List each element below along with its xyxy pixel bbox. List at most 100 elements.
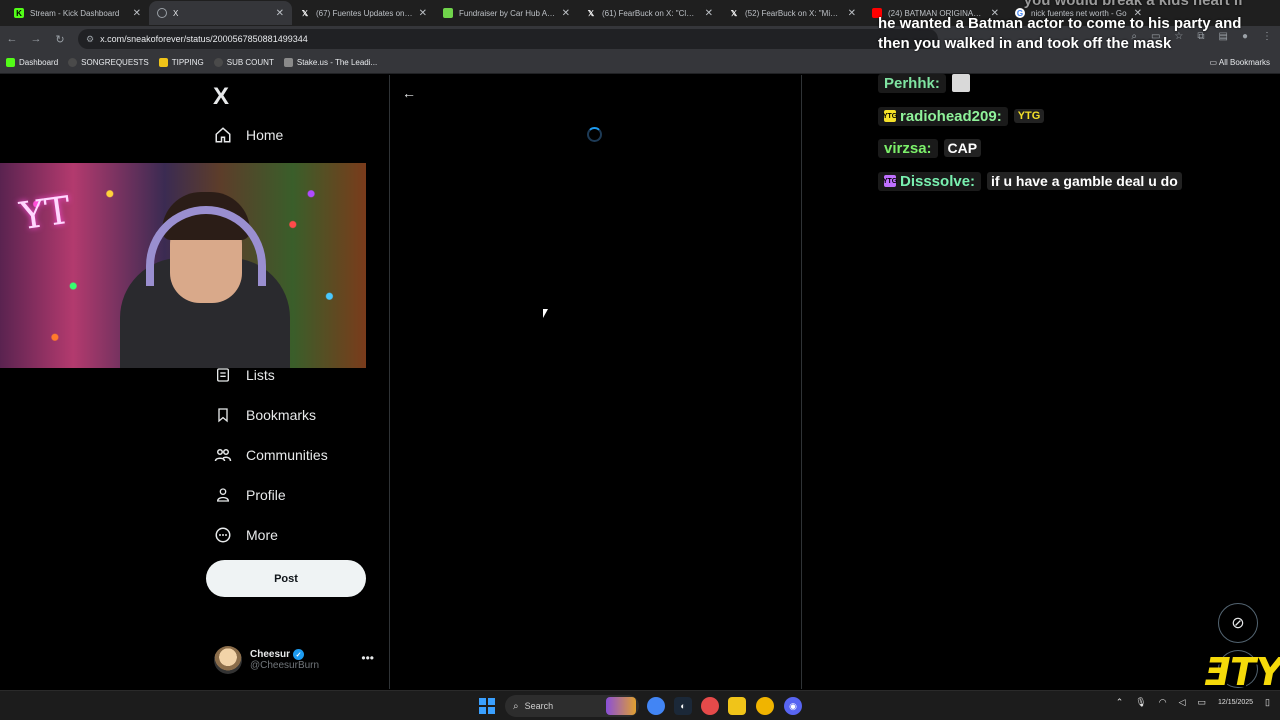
chat-username: Perhhk: <box>878 73 946 93</box>
profile-icon <box>213 485 233 505</box>
bookmark-tipping[interactable]: TIPPING <box>158 58 204 67</box>
discord-icon[interactable]: ◉ <box>784 697 802 715</box>
tab-title: Fundraiser by Car Hub Austr <box>459 8 556 18</box>
battery-icon[interactable]: ▭ <box>1197 697 1206 708</box>
close-icon[interactable]: ✕ <box>848 8 856 19</box>
chevron-up-icon[interactable]: ⌃ <box>1116 697 1124 708</box>
chat-username-text: radiohead209: <box>900 107 1002 125</box>
file-explorer-icon[interactable] <box>728 697 746 715</box>
bookmarks-bar: Dashboard SONGREQUESTS TIPPING SUB COUNT… <box>0 52 1280 74</box>
tab-fuentes-updates[interactable]: 𝕏 (67) Fuentes Updates on X: " ✕ <box>292 1 435 25</box>
ytg-badge-icon: YTG <box>883 110 897 122</box>
account-switcher[interactable]: Cheesur ✓ @CheesurBurn ••• <box>214 643 376 677</box>
account-info: Cheesur ✓ @CheesurBurn <box>250 649 319 671</box>
chrome-icon[interactable] <box>647 697 665 715</box>
tab-kick-dashboard[interactable]: K Stream - Kick Dashboard ✕ <box>6 1 149 25</box>
chat-faded-line: you would break a kids heart if <box>878 0 1273 8</box>
gofundme-icon <box>443 8 453 18</box>
steam-icon[interactable]: ◐ <box>674 697 692 715</box>
nav-communities[interactable]: Communities <box>213 445 328 465</box>
close-icon[interactable]: ✕ <box>705 8 713 19</box>
subcount-icon <box>213 58 223 67</box>
clock[interactable]: 12/15/2025 <box>1218 698 1253 707</box>
tab-fearbuck-1[interactable]: 𝕏 (61) FearBuck on X: "Clavicul ✕ <box>578 1 721 25</box>
chat-line: YTG radiohead209: YTG <box>878 105 1045 127</box>
more-horizontal-icon[interactable]: ••• <box>361 651 374 665</box>
microphone-icon[interactable]: 🎙 <box>1135 697 1146 708</box>
bookmark-dashboard[interactable]: Dashboard <box>6 58 58 67</box>
tab-title: (67) Fuentes Updates on X: " <box>316 8 413 18</box>
volume-icon[interactable]: ◁ <box>1179 697 1186 708</box>
chrome-canary-icon[interactable] <box>756 697 774 715</box>
x-icon: 𝕏 <box>587 8 595 18</box>
tab-x-active[interactable]: X ✕ <box>149 1 292 25</box>
loading-icon <box>157 8 167 18</box>
all-bookmarks[interactable]: ▭ All Bookmarks <box>1210 58 1270 67</box>
notification-icon[interactable]: ▯ <box>1265 697 1270 708</box>
windows-start-icon[interactable] <box>479 698 495 714</box>
close-icon[interactable]: ✕ <box>562 8 570 19</box>
loading-spinner <box>587 127 602 142</box>
close-icon[interactable]: ✕ <box>276 8 284 19</box>
back-icon[interactable]: ← <box>0 33 24 45</box>
ytg-badge-icon: YTG <box>883 175 897 187</box>
stake-icon <box>283 58 293 67</box>
site-info-icon[interactable]: ⚙ <box>86 34 94 45</box>
nav-bookmarks[interactable]: Bookmarks <box>213 405 316 425</box>
system-tray: ⌃ 🎙 ◠ ◁ ▭ 12/15/2025 ▯ <box>1116 697 1270 708</box>
nav-home[interactable]: Home <box>213 125 283 145</box>
chat-overlay-message: you would break a kids heart if he wante… <box>878 0 1273 54</box>
bookmark-stake[interactable]: Stake.us - The Leadi... <box>283 58 377 67</box>
close-icon[interactable]: ✕ <box>133 8 141 19</box>
grok-button[interactable]: ⊘ <box>1218 603 1258 643</box>
kick-icon: K <box>14 8 24 18</box>
all-bookmarks-label: All Bookmarks <box>1218 58 1270 67</box>
bookmark-songrequests[interactable]: SONGREQUESTS <box>68 58 149 67</box>
nav-lists[interactable]: Lists <box>213 365 275 385</box>
tipping-icon <box>158 58 168 67</box>
mouse-cursor-icon <box>543 309 548 318</box>
search-icon: ⌕ <box>513 700 519 712</box>
chat-username-text: virzsa: <box>884 139 932 157</box>
post-button[interactable]: Post <box>206 560 366 597</box>
verified-icon: ✓ <box>293 649 305 660</box>
tab-fundraiser[interactable]: Fundraiser by Car Hub Austr ✕ <box>435 1 578 25</box>
emote-icon <box>951 74 970 92</box>
wifi-icon[interactable]: ◠ <box>1159 697 1167 708</box>
communities-icon <box>213 445 233 465</box>
nav-label: Lists <box>246 367 275 383</box>
tab-title: (52) FearBuck on X: "Mizkif a <box>745 8 842 18</box>
nav-label: Communities <box>246 447 328 463</box>
folder-icon: ▭ <box>1209 58 1219 67</box>
chrome-dev-icon[interactable] <box>701 697 719 715</box>
chat-username: YTG radiohead209: <box>878 106 1008 126</box>
widget-icon[interactable] <box>606 697 636 715</box>
account-name-row: Cheesur ✓ <box>250 649 319 660</box>
x-main-column: ← <box>390 75 802 689</box>
nav-label: Profile <box>246 487 286 503</box>
nav-profile[interactable]: Profile <box>213 485 286 505</box>
x-logo[interactable]: X <box>213 83 229 111</box>
nav-label: Home <box>246 127 284 143</box>
songrequest-icon <box>68 58 78 67</box>
lists-icon <box>213 365 233 385</box>
address-bar[interactable]: ⚙ x.com/sneakoforever/status/20005678508… <box>78 29 938 49</box>
chat-line: YTG Disssolve: if u have a gamble deal u… <box>878 170 1182 192</box>
close-icon[interactable]: ✕ <box>419 8 427 19</box>
bookmark-icon <box>213 405 233 425</box>
tab-title: Stream - Kick Dashboard <box>30 8 120 18</box>
streamer <box>120 188 290 368</box>
chat-message: if u have a gamble deal u do <box>987 172 1182 190</box>
bookmark-label: SUB COUNT <box>226 58 274 67</box>
bookmark-sub-count[interactable]: SUB COUNT <box>213 58 274 67</box>
back-arrow-icon[interactable]: ← <box>402 85 416 101</box>
taskbar-search-label: Search <box>524 701 554 711</box>
screen: K Stream - Kick Dashboard ✕ X ✕ 𝕏 (67) F… <box>0 0 1280 720</box>
x-icon: 𝕏 <box>730 8 738 18</box>
tab-fearbuck-2[interactable]: 𝕏 (52) FearBuck on X: "Mizkif a ✕ <box>721 1 864 25</box>
forward-icon[interactable]: → <box>24 33 48 45</box>
nav-more[interactable]: More <box>213 525 278 545</box>
reload-icon[interactable]: ↻ <box>48 33 72 46</box>
tab-title: (61) FearBuck on X: "Clavicul <box>602 8 699 18</box>
nav-label: More <box>246 527 278 543</box>
